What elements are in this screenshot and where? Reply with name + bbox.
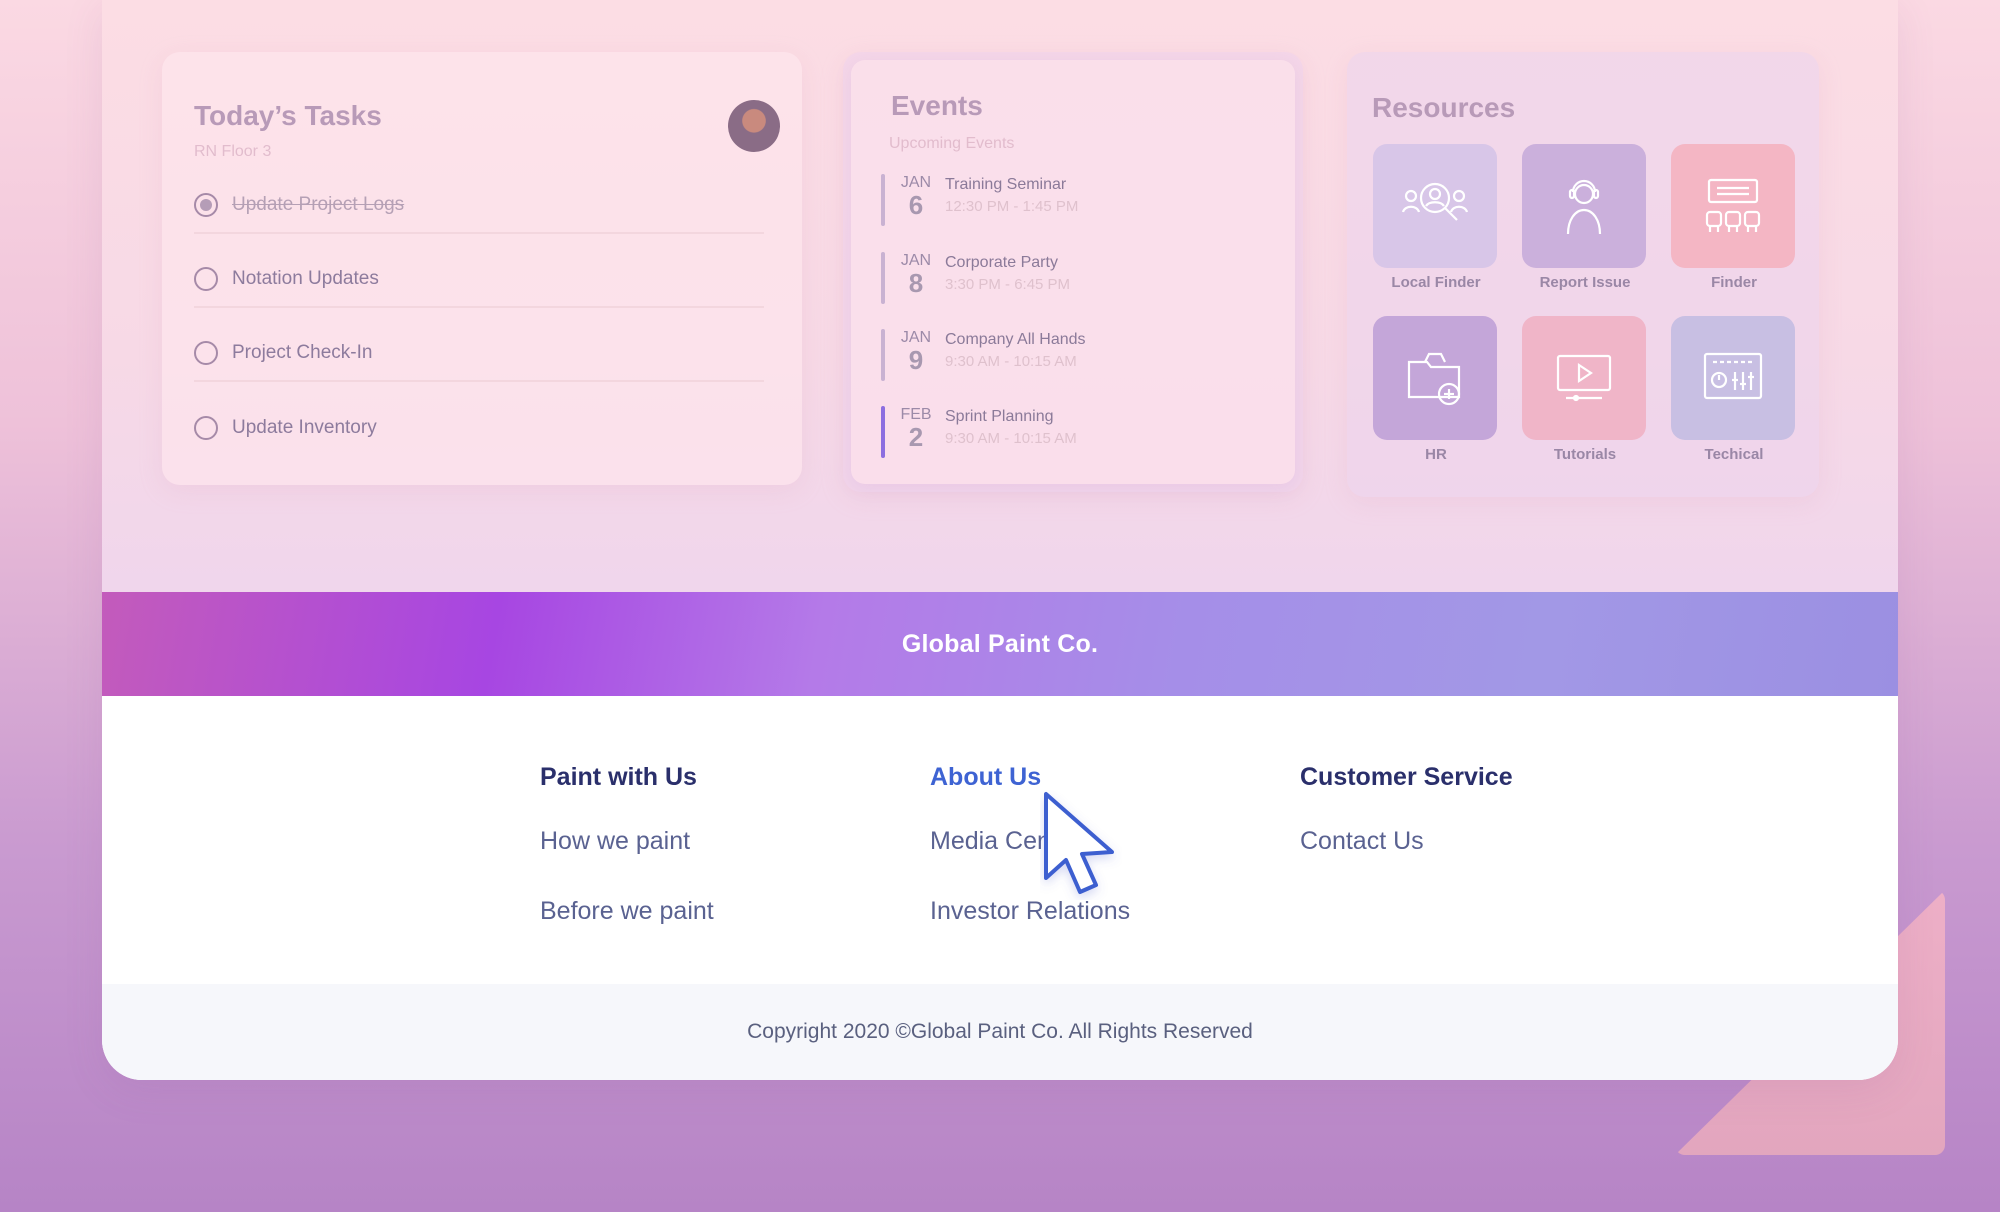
resource-label: Tutorials xyxy=(1553,446,1617,463)
brand-banner: Global Paint Co. xyxy=(102,592,1898,696)
task-checkbox[interactable] xyxy=(194,416,218,440)
avatar[interactable] xyxy=(728,100,780,152)
task-item[interactable]: Update Inventory xyxy=(194,400,764,456)
events-card: Events Upcoming Events JAN 6 Training Sem… xyxy=(851,60,1295,484)
video-tutorial-icon xyxy=(1556,354,1612,402)
footer-link-how-we-paint[interactable]: How we paint xyxy=(540,827,690,856)
task-checkbox[interactable] xyxy=(194,341,218,365)
event-item[interactable]: JAN 8 Corporate Party 3:30 PM - 6:45 PM xyxy=(881,252,1070,304)
tasks-title: Today’s Tasks xyxy=(194,100,382,131)
resources-title: Resources xyxy=(1372,92,1516,123)
page-card: Today’s Tasks RN Floor 3 Update Project … xyxy=(102,0,1898,1080)
resource-label: HR xyxy=(1425,446,1447,463)
footer-links: Paint with Us How we paint Before we pai… xyxy=(102,696,1898,984)
event-name: Company All Hands xyxy=(945,331,1086,348)
event-time: 9:30 AM - 10:15 AM xyxy=(945,353,1077,370)
people-search-icon xyxy=(1401,182,1469,221)
events-panel: Events Upcoming Events JAN 6 Training Sem… xyxy=(843,52,1303,492)
event-day: 9 xyxy=(908,345,924,375)
event-day: 8 xyxy=(908,268,924,298)
support-agent-icon xyxy=(1566,179,1602,235)
resource-tile-local-finder[interactable] xyxy=(1373,144,1497,268)
footer-link-before-we-paint[interactable]: Before we paint xyxy=(540,897,714,926)
task-item[interactable]: Project Check-In xyxy=(194,326,764,382)
event-item[interactable]: JAN 9 Company All Hands 9:30 AM - 10:15 AM xyxy=(881,329,1086,381)
event-name: Training Seminar xyxy=(945,176,1067,193)
resource-label: Local Finder xyxy=(1391,274,1481,291)
task-item[interactable]: Update Project Logs xyxy=(194,178,764,234)
dashboard-preview: Today’s Tasks RN Floor 3 Update Project … xyxy=(102,0,1898,592)
event-item[interactable]: JAN 6 Training Seminar 12:30 PM - 1:45 PM xyxy=(881,174,1078,226)
events-subtitle: Upcoming Events xyxy=(889,135,1015,152)
footer-heading-customer-service[interactable]: Customer Service xyxy=(1300,763,1513,792)
resource-tile-tutorials[interactable] xyxy=(1522,316,1646,440)
footer-link-investor-relations[interactable]: Investor Relations xyxy=(930,897,1130,926)
event-time: 9:30 AM - 10:15 AM xyxy=(945,430,1077,447)
footer-heading-paint-with-us[interactable]: Paint with Us xyxy=(540,763,697,792)
task-checkbox[interactable] xyxy=(194,193,218,217)
event-day: 2 xyxy=(908,422,924,452)
task-label: Update Project Logs xyxy=(232,194,405,215)
mouse-pointer-icon xyxy=(1044,792,1114,894)
seating-chart-icon xyxy=(1705,178,1761,232)
event-marker xyxy=(881,329,885,381)
event-marker xyxy=(881,252,885,304)
folder-add-icon xyxy=(1407,352,1461,406)
resource-tile-report-issue[interactable] xyxy=(1522,144,1646,268)
task-checkbox[interactable] xyxy=(194,267,218,291)
resource-tile-finder[interactable] xyxy=(1671,144,1795,268)
footer-link-contact-us[interactable]: Contact Us xyxy=(1300,827,1424,856)
brand-name[interactable]: Global Paint Co. xyxy=(902,630,1098,659)
copyright-bar: Copyright 2020 ©Global Paint Co. All Rig… xyxy=(102,984,1898,1080)
resource-label: Finder xyxy=(1711,274,1757,291)
task-item[interactable]: Notation Updates xyxy=(194,252,764,308)
task-label: Update Inventory xyxy=(232,417,377,438)
event-name: Corporate Party xyxy=(945,254,1058,271)
events-title: Events xyxy=(891,90,983,121)
event-time: 3:30 PM - 6:45 PM xyxy=(945,276,1071,293)
resource-tile-techical[interactable] xyxy=(1671,316,1795,440)
tasks-subtitle: RN Floor 3 xyxy=(194,143,272,160)
resource-label: Report Issue xyxy=(1539,274,1631,291)
task-label: Project Check-In xyxy=(232,342,373,363)
copyright-text: Copyright 2020 ©Global Paint Co. All Rig… xyxy=(747,1020,1253,1043)
event-time: 12:30 PM - 1:45 PM xyxy=(945,198,1079,215)
event-item[interactable]: FEB 2 Sprint Planning 9:30 AM - 10:15 AM xyxy=(881,406,1077,458)
task-label: Notation Updates xyxy=(232,268,379,289)
event-marker xyxy=(881,406,885,458)
event-day: 6 xyxy=(908,190,924,220)
event-marker xyxy=(881,174,885,226)
event-name: Sprint Planning xyxy=(945,408,1054,425)
resource-tile-hr[interactable] xyxy=(1373,316,1497,440)
footer-heading-about-us[interactable]: About Us xyxy=(930,763,1041,792)
resource-label: Techical xyxy=(1704,446,1764,463)
control-panel-icon xyxy=(1703,352,1763,400)
